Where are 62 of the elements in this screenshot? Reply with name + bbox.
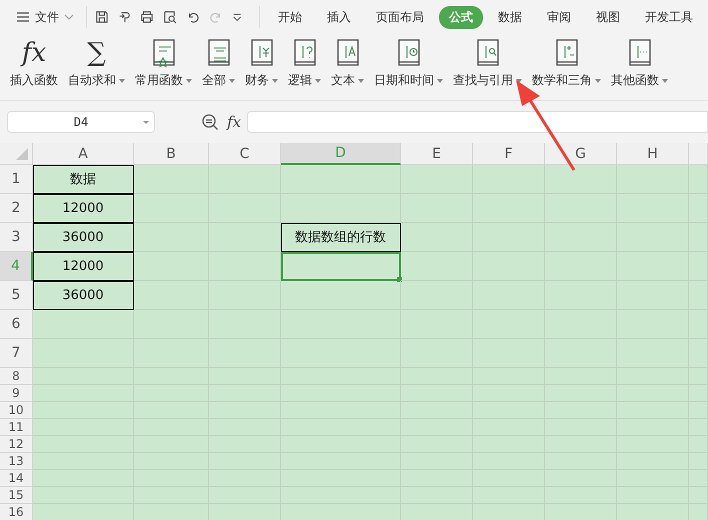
row-header[interactable]: 9 — [0, 385, 33, 402]
ribbon-button[interactable]: 查找与引用 — [451, 34, 524, 89]
ribbon-button[interactable]: fx 插入函数 — [8, 34, 60, 89]
table-cell: 数据数组的行数 — [281, 223, 401, 252]
ribbon-button[interactable]: 常用函数 — [133, 34, 194, 89]
ribbon-tab[interactable]: 数据 — [488, 6, 532, 28]
ribbon-tab[interactable]: 视图 — [586, 6, 630, 28]
ribbon-button[interactable]: 数学和三角 — [530, 34, 603, 89]
name-box[interactable]: D4 — [7, 111, 155, 133]
ribbon-button[interactable]: 其他函数 — [609, 34, 670, 89]
format-painter-icon[interactable] — [118, 9, 132, 25]
caret-icon — [142, 120, 150, 126]
ribbon-tab[interactable]: 开始 — [268, 6, 312, 28]
table-cell: 36000 — [33, 281, 134, 310]
row-header[interactable]: 6 — [0, 310, 33, 339]
ribbon-button[interactable]: 全部 — [200, 34, 237, 89]
print-icon[interactable] — [140, 9, 154, 25]
ribbon-button[interactable]: ∑ 自动求和 — [66, 34, 127, 89]
ribbon-button[interactable]: 文本 — [329, 34, 366, 89]
ribbon-button[interactable]: 逻辑 — [286, 34, 323, 89]
row-header[interactable]: 3 — [0, 223, 33, 252]
column-header[interactable]: F — [473, 143, 545, 165]
row-header[interactable]: 1 — [0, 165, 33, 194]
formula-input[interactable] — [247, 111, 708, 133]
ribbon-tab[interactable]: 审阅 — [536, 6, 581, 28]
column-header[interactable]: G — [545, 143, 617, 165]
insert-function-button[interactable]: fx — [227, 113, 242, 131]
row-header[interactable]: 5 — [0, 281, 33, 310]
zoom-icon[interactable] — [201, 113, 219, 131]
file-menu-button[interactable]: 文件 — [12, 8, 78, 26]
function-symbol-icon: fx — [22, 38, 46, 70]
table-cell: 12000 — [33, 252, 134, 281]
function-symbol-icon: ∑ — [87, 38, 106, 70]
column-header[interactable]: B — [134, 143, 209, 165]
ribbon-tab[interactable]: 页面布局 — [366, 6, 434, 28]
table-cell: 数据 — [33, 165, 134, 194]
print-preview-icon[interactable] — [163, 9, 178, 25]
column-header[interactable]: C — [209, 143, 281, 165]
column-header[interactable]: H — [617, 143, 689, 165]
row-header[interactable]: 11 — [0, 419, 33, 436]
row-header[interactable]: 10 — [0, 402, 33, 419]
row-header[interactable]: 14 — [0, 470, 33, 487]
ribbon-tab[interactable]: 插入 — [316, 6, 361, 28]
ribbon-tab[interactable]: 开发工具 — [634, 6, 703, 28]
row-header[interactable]: 2 — [0, 194, 33, 223]
row-header[interactable]: 13 — [0, 453, 33, 470]
row-header[interactable]: 16 — [0, 504, 33, 520]
table-cell: 12000 — [33, 194, 134, 223]
chevron-down-icon — [64, 13, 74, 21]
row-header[interactable]: 8 — [0, 368, 33, 385]
ribbon-button[interactable]: 财务 — [243, 34, 280, 89]
save-icon[interactable] — [94, 9, 109, 25]
column-header[interactable]: E — [401, 143, 473, 165]
row-header[interactable]: 12 — [0, 436, 33, 453]
ribbon-button[interactable]: 日期和时间 — [372, 34, 445, 89]
table-cell — [689, 165, 708, 194]
row-header[interactable]: 15 — [0, 487, 33, 504]
customize-dropdown-icon[interactable] — [232, 11, 242, 23]
column-header[interactable]: A — [33, 143, 134, 165]
table-cell: 36000 — [33, 223, 134, 252]
row-header[interactable]: 7 — [0, 339, 33, 368]
menu-icon — [16, 11, 30, 23]
